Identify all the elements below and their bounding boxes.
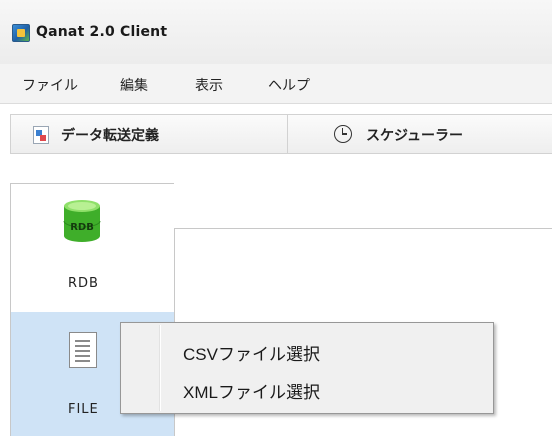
context-item-select-csv[interactable]: CSVファイル選択 (183, 340, 320, 365)
window-title: Qanat 2.0 Client (36, 24, 168, 40)
menu-view[interactable]: 表示 (195, 75, 223, 95)
tab-scheduler[interactable]: スケジューラー (287, 114, 552, 154)
database-icon: RDB (63, 200, 101, 242)
menu-gutter (159, 325, 161, 411)
menu-bar: ファイル 編集 表示 ヘルプ (0, 64, 552, 104)
tab-data-transfer-definition[interactable]: データ転送定義 (10, 114, 288, 154)
file-icon (69, 332, 97, 368)
clock-icon (334, 125, 352, 143)
context-item-select-xml[interactable]: XMLファイル選択 (183, 378, 320, 403)
document-icon (33, 126, 49, 144)
menu-edit[interactable]: 編集 (120, 75, 148, 95)
menu-help[interactable]: ヘルプ (268, 75, 310, 95)
menu-file[interactable]: ファイル (22, 75, 78, 95)
tab-label: スケジューラー (366, 128, 464, 144)
sidebar-item-rdb[interactable]: RDB RDB (10, 183, 174, 312)
tab-label: データ転送定義 (61, 128, 159, 144)
title-bar: Qanat 2.0 Client (0, 0, 552, 64)
svg-text:RDB: RDB (70, 222, 94, 233)
context-menu: CSVファイル選択 XMLファイル選択 (120, 322, 494, 414)
app-icon (12, 24, 30, 42)
toolbar: データ転送定義 スケジューラー (0, 104, 552, 154)
sidebar-label-rdb: RDB (68, 276, 99, 291)
